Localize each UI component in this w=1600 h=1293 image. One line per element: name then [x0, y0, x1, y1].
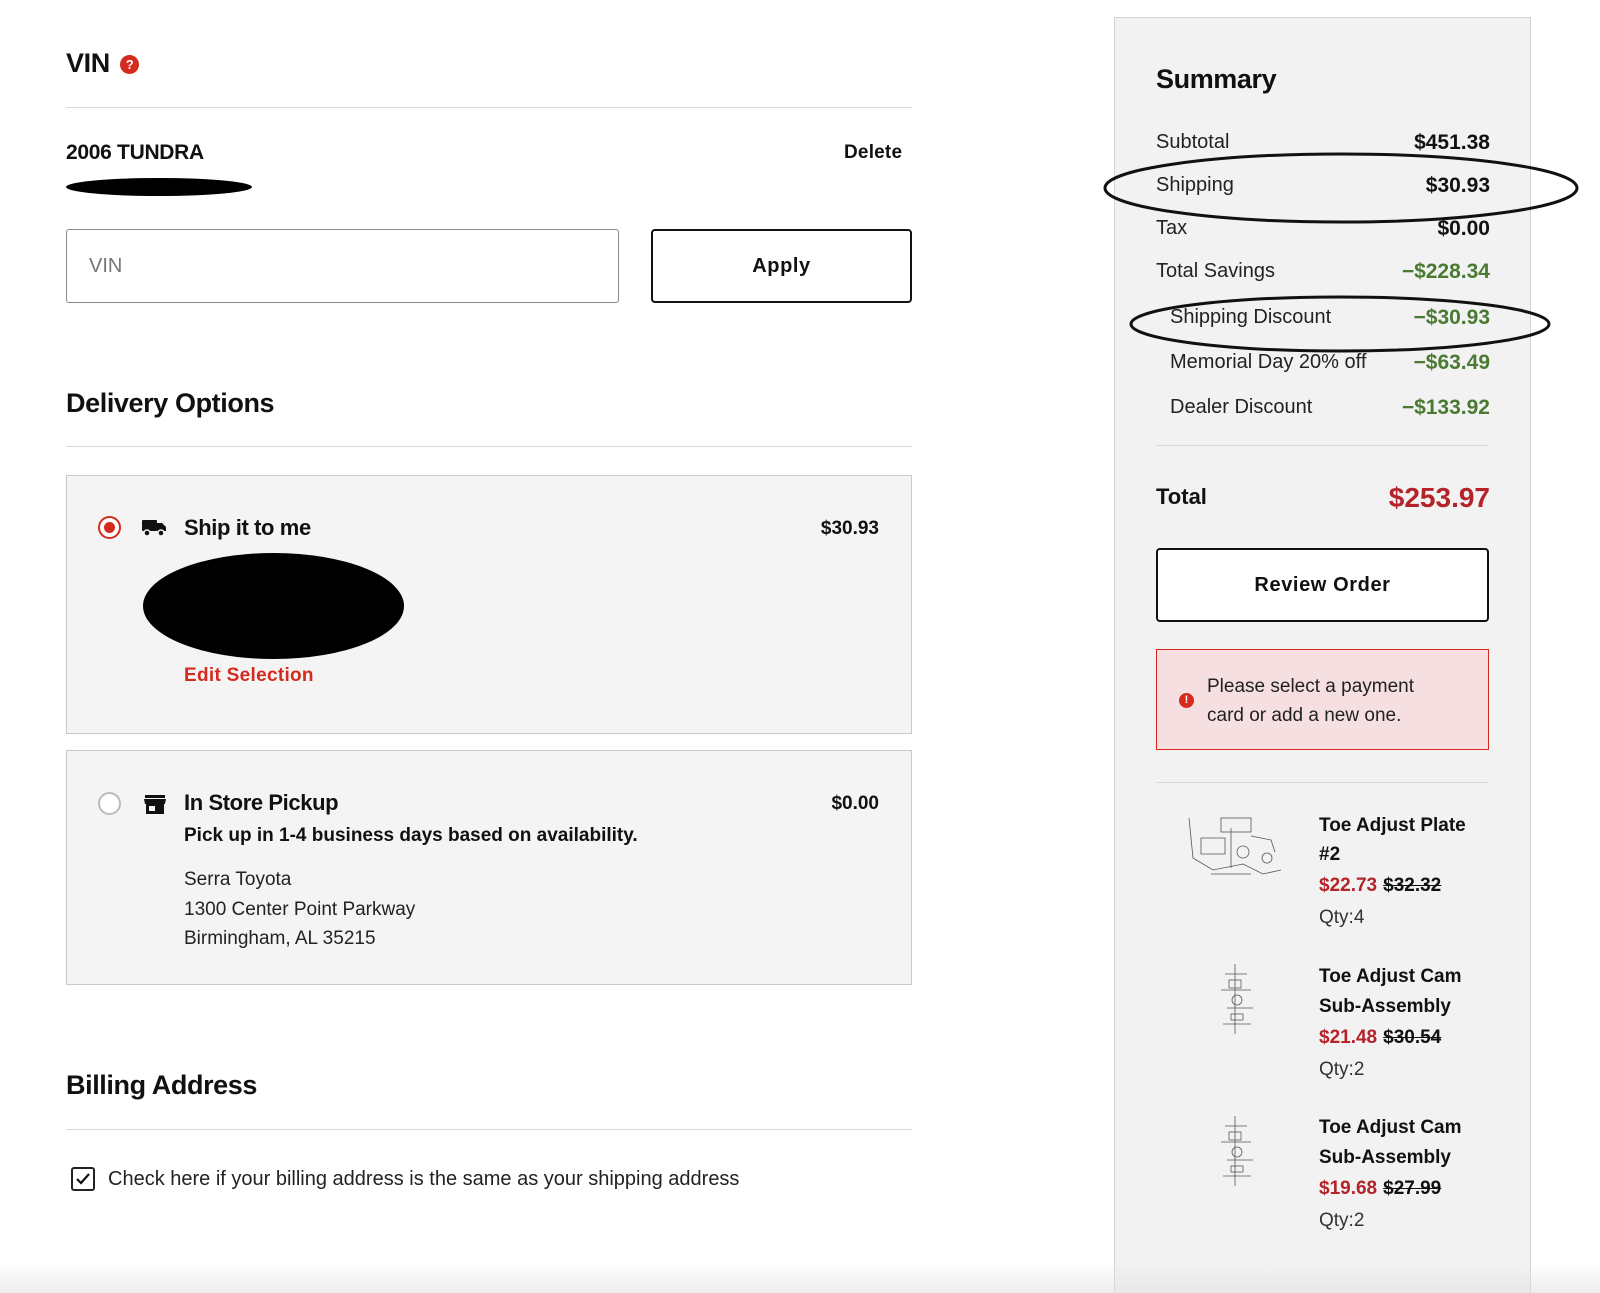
redaction-mark: [143, 553, 404, 659]
item-2-price-row: $21.48 $30.54: [1319, 1027, 1441, 1049]
summary-title: Summary: [1156, 64, 1277, 94]
vin-input[interactable]: [66, 229, 619, 303]
memorial-discount-label: Memorial Day 20% off: [1170, 351, 1367, 373]
item-3-price-row: $19.68 $27.99: [1319, 1178, 1441, 1200]
divider: [1156, 782, 1489, 783]
billing-title: Billing Address: [66, 1070, 258, 1100]
billing-same-checkbox[interactable]: [71, 1167, 95, 1191]
divider: [1156, 445, 1489, 446]
shipping-label: Shipping: [1156, 174, 1234, 196]
part-diagram-thumbnail[interactable]: [1181, 808, 1289, 888]
truck-icon: [142, 517, 168, 537]
apply-button[interactable]: Apply: [651, 229, 912, 303]
subtotal-label: Subtotal: [1156, 131, 1230, 153]
item-1-name-line1: Toe Adjust Plate: [1319, 815, 1466, 836]
ship-radio[interactable]: [98, 516, 121, 539]
item-3-was-price: $27.99: [1383, 1178, 1442, 1199]
item-1-name-line2: #2: [1319, 844, 1341, 865]
pickup-option-price: $0.00: [831, 793, 879, 814]
delivery-title: Delivery Options: [66, 388, 275, 418]
alert-line-1: Please select a payment: [1207, 676, 1415, 697]
pickup-radio[interactable]: [98, 792, 121, 815]
memorial-discount-value: −$63.49: [1413, 351, 1491, 374]
store-city: Birmingham, AL 35215: [184, 928, 376, 949]
checkmark-icon: [76, 1173, 90, 1185]
question-circle-icon[interactable]: ?: [120, 55, 140, 74]
item-1-price: $22.73: [1319, 875, 1378, 896]
item-1-price-row: $22.73 $32.32: [1319, 875, 1441, 897]
item-3-price: $19.68: [1319, 1178, 1378, 1199]
vin-title: VIN: [66, 48, 110, 78]
ship-option-title: Ship it to me: [184, 515, 311, 540]
edit-selection-link[interactable]: Edit Selection: [184, 665, 314, 687]
billing-same-label: Check here if your billing address is th…: [108, 1168, 740, 1190]
part-diagram-thumbnail[interactable]: [1205, 960, 1269, 1040]
item-2-name-line2: Sub-Assembly: [1319, 996, 1451, 1017]
shipping-value: $30.93: [1425, 174, 1490, 197]
shipping-discount-value: −$30.93: [1413, 306, 1491, 329]
pickup-note: Pick up in 1-4 business days based on av…: [184, 825, 638, 846]
divider: [66, 1129, 912, 1130]
item-3-name-line1: Toe Adjust Cam: [1319, 1117, 1462, 1138]
store-street: 1300 Center Point Parkway: [184, 899, 416, 920]
tax-label: Tax: [1156, 217, 1188, 239]
vehicle-name: 2006 TUNDRA: [66, 141, 204, 164]
tax-value: $0.00: [1437, 217, 1490, 240]
dealer-discount-label: Dealer Discount: [1170, 396, 1313, 418]
review-order-button[interactable]: Review Order: [1156, 548, 1489, 622]
divider: [66, 107, 912, 108]
redaction-mark: [66, 178, 252, 196]
shipping-discount-label: Shipping Discount: [1170, 306, 1332, 328]
vin-header: VIN ?: [66, 48, 140, 79]
alert-line-2: card or add a new one.: [1207, 705, 1402, 726]
total-value: $253.97: [1388, 482, 1490, 513]
alert-circle-icon: !: [1179, 693, 1194, 708]
item-2-qty: Qty:2: [1319, 1059, 1365, 1080]
ship-option-price: $30.93: [820, 518, 879, 539]
item-1-was-price: $32.32: [1383, 875, 1442, 896]
store-icon: [144, 793, 166, 815]
pickup-option-title: In Store Pickup: [184, 790, 339, 815]
item-2-was-price: $30.54: [1383, 1027, 1442, 1048]
total-savings-label: Total Savings: [1156, 260, 1275, 282]
total-label: Total: [1156, 484, 1207, 509]
item-3-name-line2: Sub-Assembly: [1319, 1147, 1451, 1168]
delete-vehicle-link[interactable]: Delete: [844, 142, 902, 164]
item-2-price: $21.48: [1319, 1027, 1378, 1048]
bottom-fade: [0, 1262, 1600, 1293]
item-2-name-line1: Toe Adjust Cam: [1319, 966, 1462, 987]
summary-panel: Summary Subtotal $451.38 Shipping $30.93…: [1114, 17, 1531, 1293]
payment-alert: ! Please select a payment card or add a …: [1156, 649, 1489, 750]
delivery-option-pickup[interactable]: In Store Pickup $0.00 Pick up in 1-4 bus…: [66, 750, 912, 985]
item-1-qty: Qty:4: [1319, 907, 1365, 928]
divider: [66, 446, 912, 447]
delivery-option-ship[interactable]: Ship it to me $30.93 Edit Selection: [66, 475, 912, 734]
store-name: Serra Toyota: [184, 869, 292, 890]
part-diagram-thumbnail[interactable]: [1205, 1112, 1269, 1192]
dealer-discount-value: −$133.92: [1401, 396, 1490, 419]
item-3-qty: Qty:2: [1319, 1210, 1365, 1231]
total-savings-value: −$228.34: [1401, 260, 1490, 283]
subtotal-value: $451.38: [1414, 131, 1490, 154]
